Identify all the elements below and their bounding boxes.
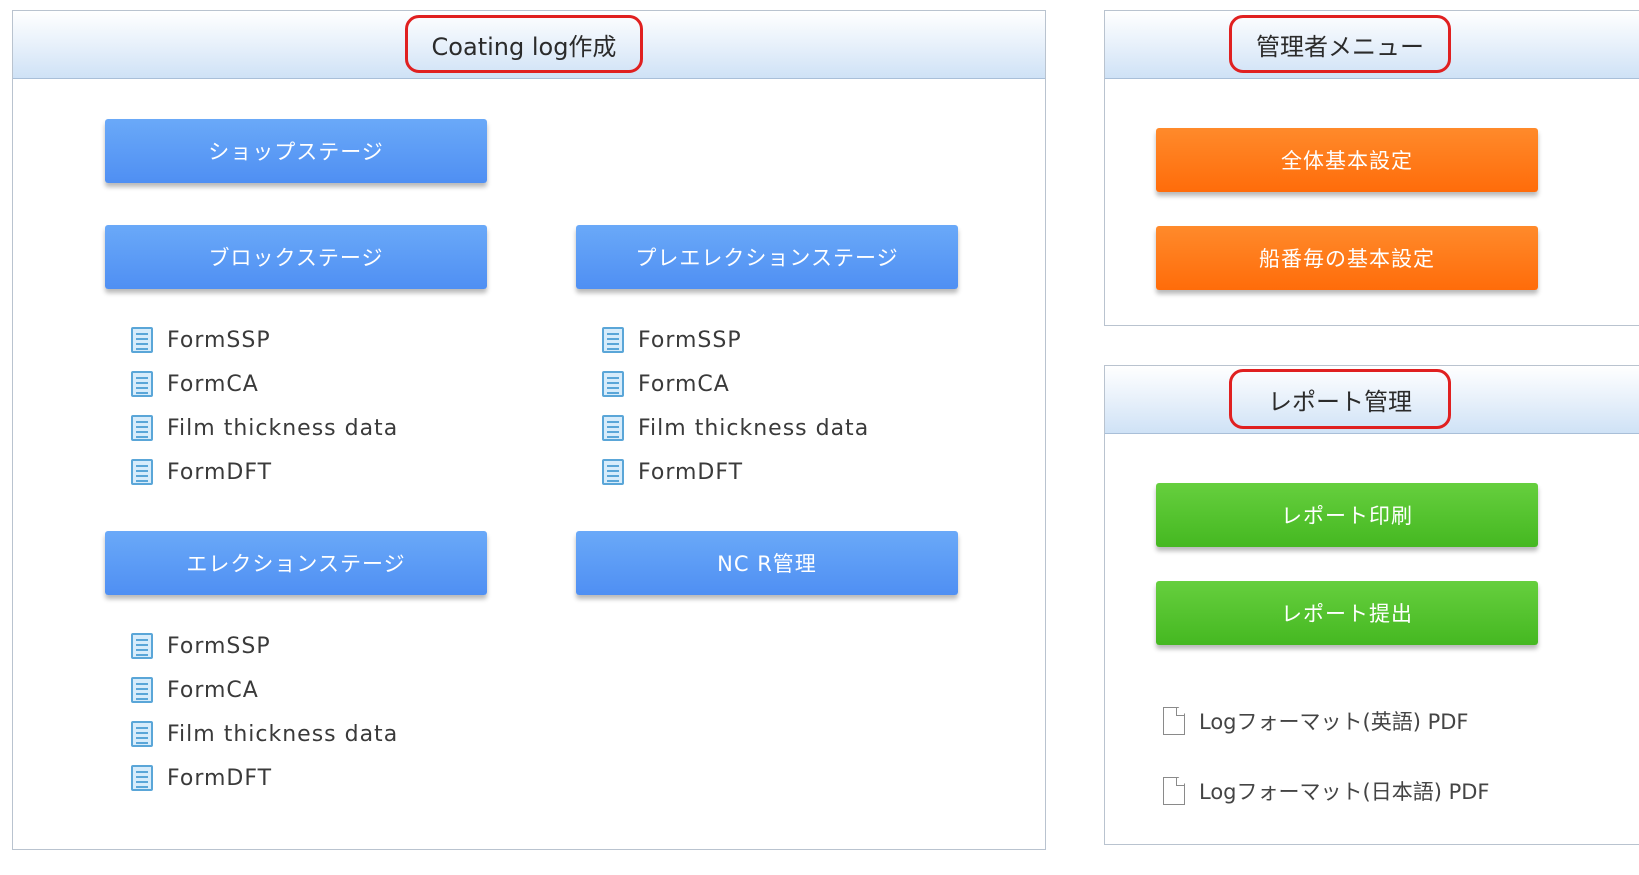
form-label: FormSSP (167, 633, 271, 659)
coating-log-title: Coating log作成 (405, 15, 643, 73)
film-thickness-data-link[interactable]: Film thickness data (131, 712, 398, 756)
form-label: FormDFT (167, 765, 273, 791)
overall-settings-button[interactable]: 全体基本設定 (1156, 128, 1538, 192)
erection-stage-form-list: FormSSP FormCA Film thickness data FormD… (131, 624, 398, 800)
document-lines-icon (131, 415, 153, 441)
document-lines-icon (131, 765, 153, 791)
log-format-japanese-pdf-link[interactable]: Logフォーマット(日本語) PDF (1163, 776, 1489, 806)
form-dft-link[interactable]: FormDFT (602, 450, 869, 494)
report-management-panel-header: レポート管理 (1105, 366, 1639, 434)
document-lines-icon (602, 327, 624, 353)
form-label: FormCA (167, 371, 259, 397)
form-ca-link[interactable]: FormCA (602, 362, 869, 406)
report-management-panel: レポート管理 レポート印刷 レポート提出 Logフォーマット(英語) PDF L… (1104, 365, 1639, 845)
erection-stage-button[interactable]: エレクションステージ (105, 531, 487, 595)
film-thickness-data-link[interactable]: Film thickness data (131, 406, 398, 450)
document-lines-icon (131, 721, 153, 747)
document-lines-icon (602, 459, 624, 485)
form-dft-link[interactable]: FormDFT (131, 450, 398, 494)
document-lines-icon (131, 327, 153, 353)
admin-menu-panel: 管理者メニュー 全体基本設定 船番毎の基本設定 (1104, 10, 1639, 326)
form-ssp-link[interactable]: FormSSP (131, 624, 398, 668)
file-icon (1163, 707, 1185, 735)
document-lines-icon (131, 677, 153, 703)
form-label: FormDFT (167, 459, 273, 485)
coating-log-panel-header: Coating log作成 (13, 11, 1045, 79)
admin-menu-title: 管理者メニュー (1229, 15, 1451, 73)
document-lines-icon (131, 371, 153, 397)
form-ca-link[interactable]: FormCA (131, 362, 398, 406)
form-label: FormCA (167, 677, 259, 703)
block-stage-button[interactable]: ブロックステージ (105, 225, 487, 289)
report-print-button[interactable]: レポート印刷 (1156, 483, 1538, 547)
pdf-link-label: Logフォーマット(英語) PDF (1199, 710, 1469, 734)
shop-stage-button[interactable]: ショップステージ (105, 119, 487, 183)
film-thickness-data-link[interactable]: Film thickness data (602, 406, 869, 450)
coating-log-panel: Coating log作成 ショップステージ ブロックステージ プレエレクション… (12, 10, 1046, 850)
log-format-english-pdf-link[interactable]: Logフォーマット(英語) PDF (1163, 706, 1468, 736)
pdf-link-label: Logフォーマット(日本語) PDF (1199, 780, 1490, 804)
form-label: FormDFT (638, 459, 744, 485)
form-label: FormSSP (167, 327, 271, 353)
file-icon (1163, 777, 1185, 805)
admin-menu-panel-header: 管理者メニュー (1105, 11, 1639, 79)
report-submit-button[interactable]: レポート提出 (1156, 581, 1538, 645)
form-ssp-link[interactable]: FormSSP (602, 318, 869, 362)
block-stage-form-list: FormSSP FormCA Film thickness data FormD… (131, 318, 398, 494)
form-label: FormSSP (638, 327, 742, 353)
form-dft-link[interactable]: FormDFT (131, 756, 398, 800)
document-lines-icon (602, 371, 624, 397)
pre-erection-stage-button[interactable]: プレエレクションステージ (576, 225, 958, 289)
document-lines-icon (131, 633, 153, 659)
form-ca-link[interactable]: FormCA (131, 668, 398, 712)
report-management-title: レポート管理 (1229, 369, 1451, 429)
form-label: Film thickness data (638, 415, 870, 441)
form-label: Film thickness data (167, 721, 399, 747)
form-label: FormCA (638, 371, 730, 397)
document-lines-icon (602, 415, 624, 441)
form-ssp-link[interactable]: FormSSP (131, 318, 398, 362)
form-label: Film thickness data (167, 415, 399, 441)
document-lines-icon (131, 459, 153, 485)
ship-number-settings-button[interactable]: 船番毎の基本設定 (1156, 226, 1538, 290)
ncr-management-button[interactable]: NC R管理 (576, 531, 958, 595)
pre-erection-stage-form-list: FormSSP FormCA Film thickness data FormD… (602, 318, 869, 494)
